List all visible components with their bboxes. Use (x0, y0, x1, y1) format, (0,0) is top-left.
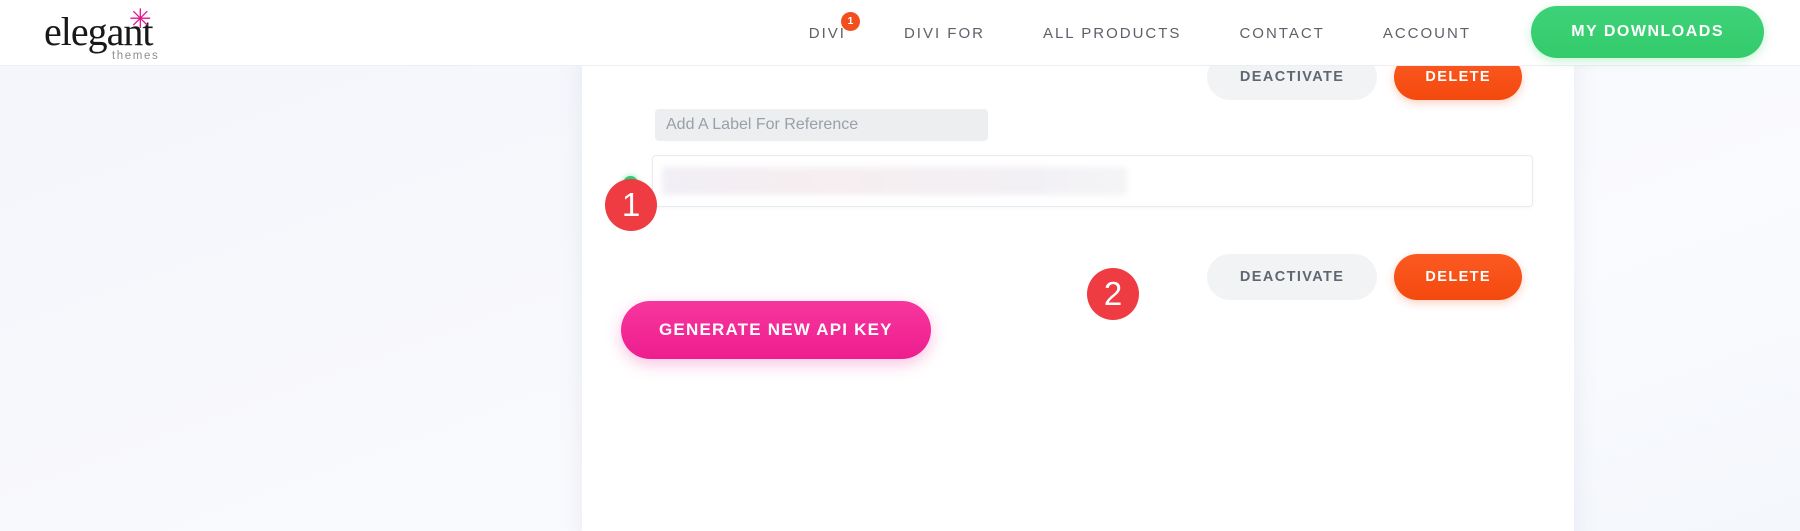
api-key-input[interactable] (652, 155, 1533, 207)
nav-item-account[interactable]: ACCOUNT (1354, 25, 1500, 42)
elegant-themes-logo[interactable]: elegant ✳ themes (44, 6, 264, 62)
nav-item-label: DIVI FOR (903, 24, 985, 42)
api-key-actions-bottom: DEACTIVATE DELETE (1206, 254, 1522, 300)
deactivate-button[interactable]: DEACTIVATE (1206, 254, 1378, 300)
my-downloads-button[interactable]: MY DOWNLOADS (1531, 6, 1764, 58)
logo-subtitle: themes (112, 50, 160, 62)
nav-item-label: ACCOUNT (1382, 24, 1471, 42)
nav-item-divi-for[interactable]: DIVI FOR (875, 25, 1014, 42)
generate-new-api-key-button[interactable]: GENERATE NEW API KEY (621, 301, 931, 359)
site-header: elegant ✳ themes DIVI 1 DIVI FOR ALL PRO… (0, 0, 1800, 66)
nav-item-label: DIVI (808, 24, 846, 42)
annotation-marker-1: 1 (605, 179, 657, 231)
api-key-redacted-overlay (662, 167, 1127, 195)
asterisk-icon: ✳ (129, 4, 152, 35)
api-key-card: DEACTIVATE DELETE DEACTIVATE DELETE GENE… (582, 50, 1574, 531)
nav-item-label: ALL PRODUCTS (1042, 24, 1182, 42)
annotation-marker-2: 2 (1087, 268, 1139, 320)
page-root: elegant ✳ themes DIVI 1 DIVI FOR ALL PRO… (0, 0, 1800, 531)
nav-item-contact[interactable]: CONTACT (1210, 25, 1353, 42)
nav-badge-count: 1 (840, 11, 860, 31)
content-area: DEACTIVATE DELETE DEACTIVATE DELETE GENE… (0, 50, 1800, 531)
nav-item-divi[interactable]: DIVI 1 (780, 11, 875, 42)
api-key-row (582, 155, 1574, 213)
api-key-label-input[interactable] (655, 109, 988, 141)
nav-item-label: CONTACT (1239, 24, 1325, 42)
main-navigation: DIVI 1 DIVI FOR ALL PRODUCTS CONTACT ACC… (780, 0, 1500, 66)
nav-item-all-products[interactable]: ALL PRODUCTS (1014, 25, 1210, 42)
delete-button[interactable]: DELETE (1394, 254, 1522, 300)
